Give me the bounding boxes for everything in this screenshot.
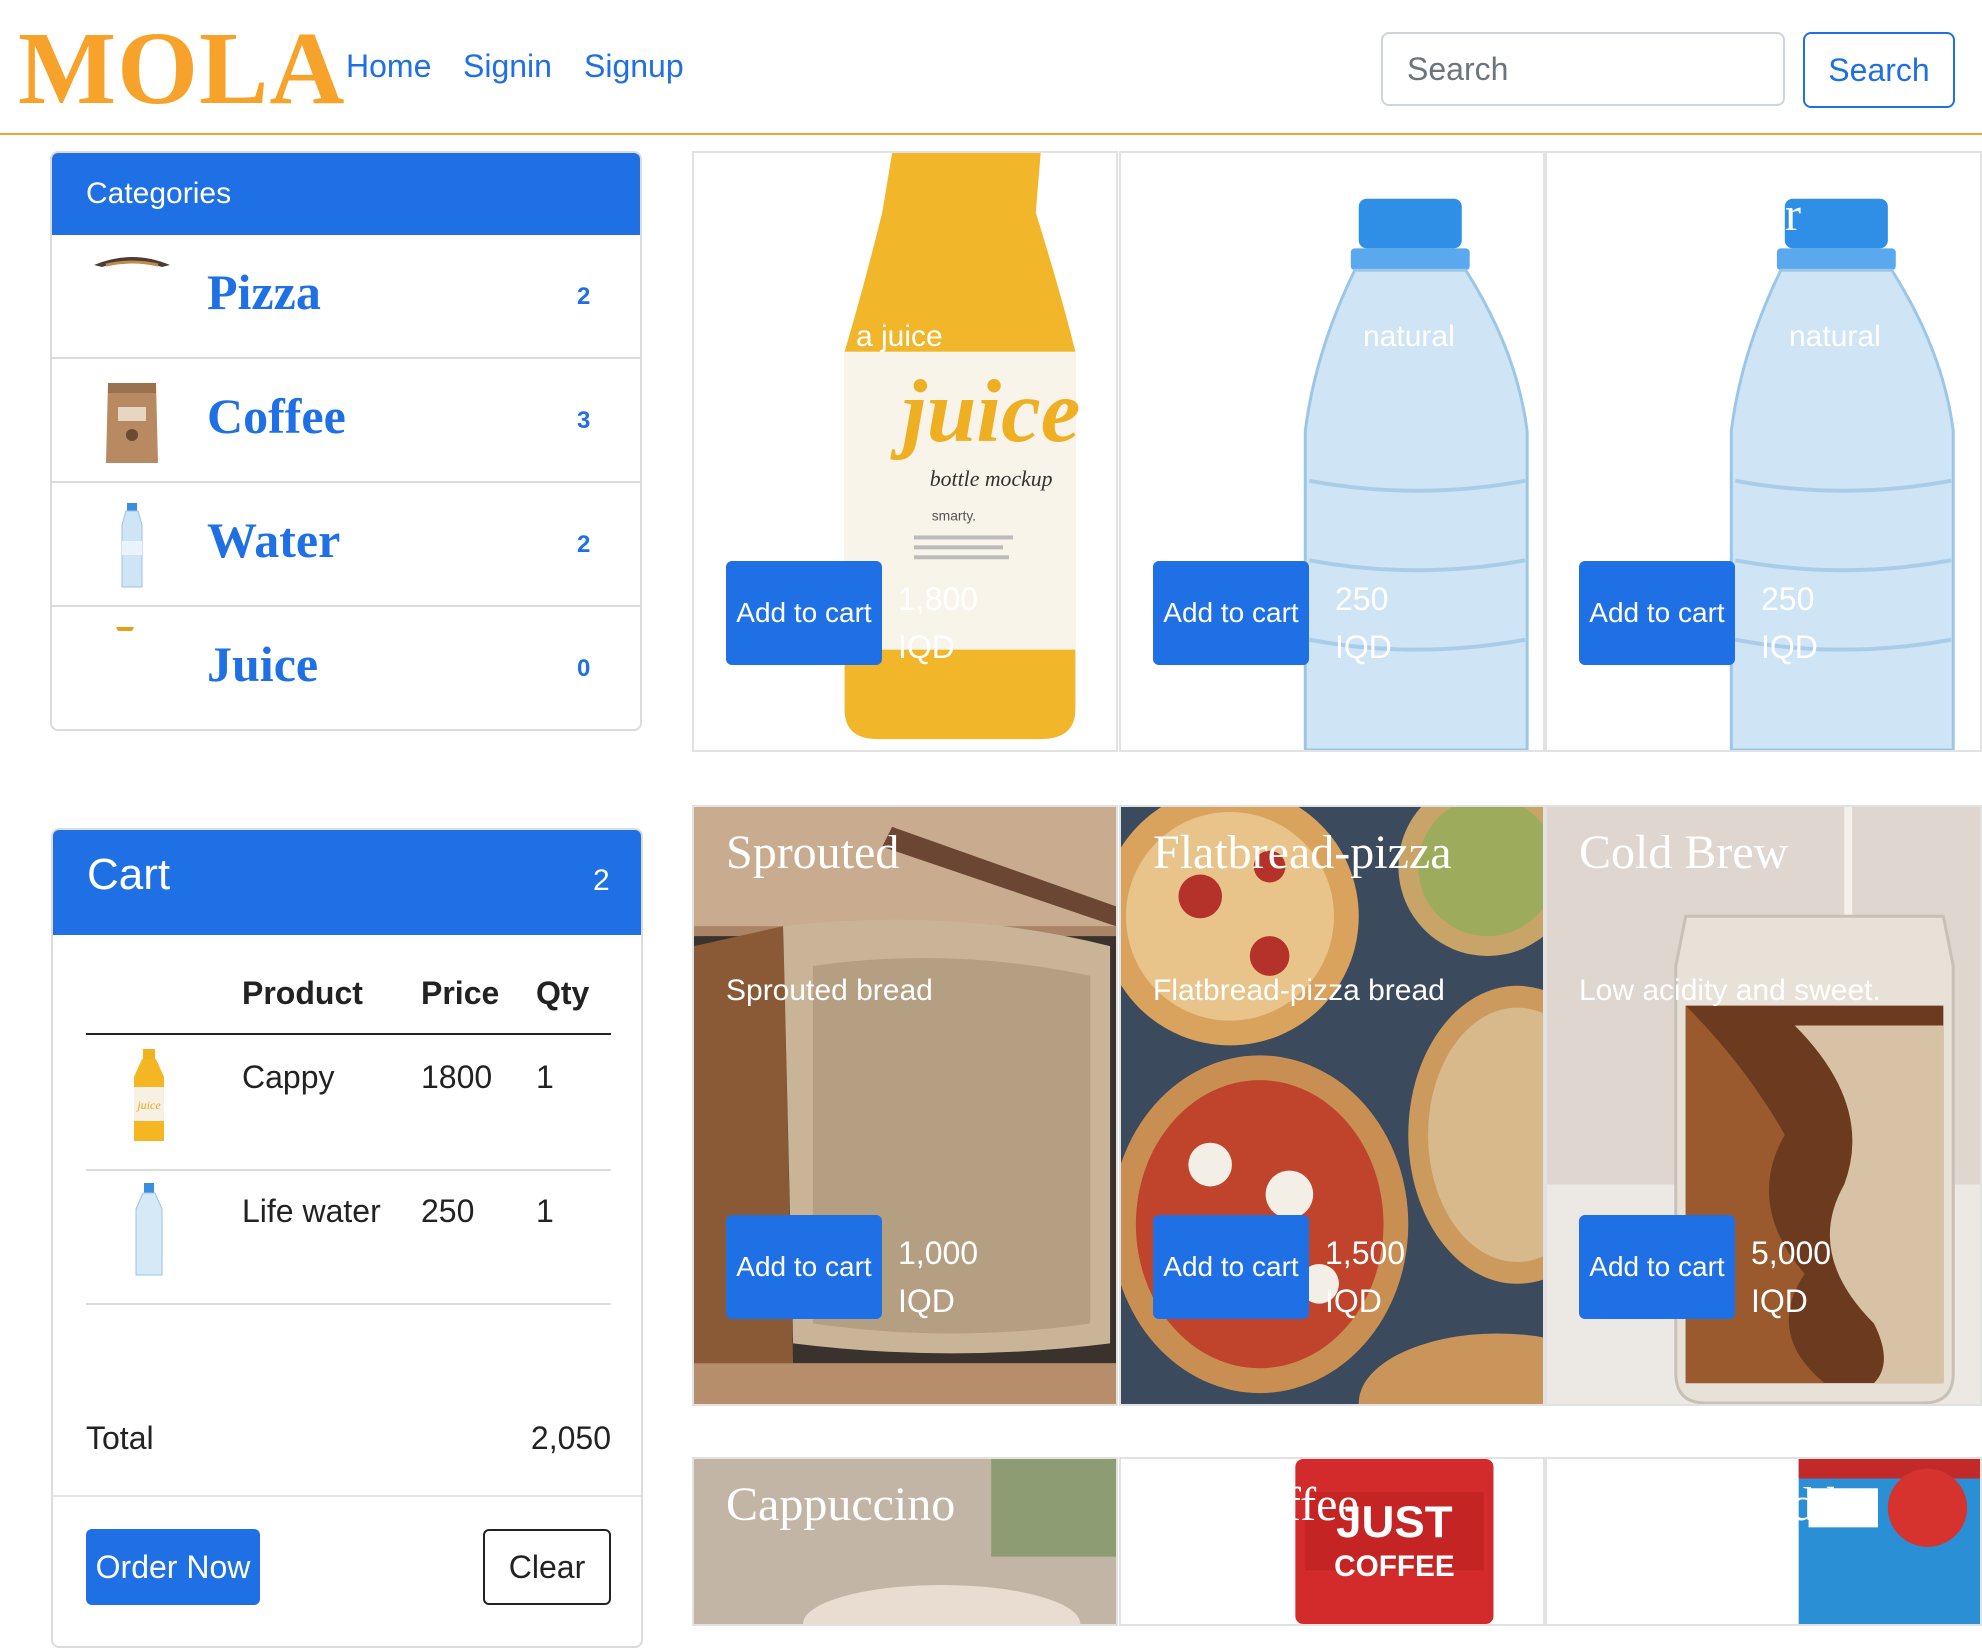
product-title: r — [1785, 188, 1801, 241]
nav-link-signin[interactable]: Signin — [463, 48, 552, 85]
price-amount: 250 — [1335, 581, 1389, 617]
column-header-product: Product — [242, 975, 363, 1011]
svg-text:COFFEE: COFFEE — [1334, 1550, 1455, 1583]
juice-bottle-thumbnail: juice — [134, 1049, 164, 1141]
cart-header: Cart 2 — [53, 830, 641, 935]
price-currency: IQD — [1325, 1283, 1382, 1319]
search-button[interactable]: Search — [1803, 32, 1955, 108]
product-price: 250 IQD — [1761, 575, 1818, 671]
product-card: Cappuccino — [692, 1457, 1118, 1626]
product-card: Flatbread-pizza Flatbread-pizza bread Ad… — [1119, 805, 1545, 1406]
add-to-cart-button[interactable]: Add to cart — [1579, 561, 1735, 665]
category-count: 2 — [577, 531, 591, 558]
svg-text:bottle mockup: bottle mockup — [930, 467, 1053, 491]
navbar: MOLA Home Signin Signup Search — [0, 0, 1982, 135]
product-description: natural — [1363, 320, 1455, 353]
clear-cart-button[interactable]: Clear — [483, 1529, 611, 1605]
price-amount: 1,500 — [1325, 1235, 1406, 1271]
product-card: id h — [1545, 1457, 1982, 1626]
price-currency: IQD — [898, 1283, 955, 1319]
product-price: 250 IQD — [1335, 575, 1392, 671]
product-price: 1,500 IQD — [1325, 1229, 1405, 1325]
nav-link-signup[interactable]: Signup — [584, 48, 684, 85]
product-card: Sprouted Sprouted bread Add to cart 1,00… — [692, 805, 1118, 1406]
categories-panel: Categories Pizza 2 Coffee 3 Water 2 Juic… — [50, 151, 642, 731]
price-currency: IQD — [1761, 629, 1818, 665]
product-description: Sprouted bread — [726, 974, 933, 1007]
juice-carton-image — [1798, 1459, 1980, 1624]
product-description: natural — [1789, 320, 1881, 353]
price-currency: IQD — [1751, 1283, 1808, 1319]
price-currency: IQD — [898, 629, 955, 665]
category-count: 3 — [577, 407, 591, 434]
price-amount: 5,000 — [1751, 1235, 1832, 1271]
add-to-cart-button[interactable]: Add to cart — [1153, 561, 1309, 665]
product-title: Flatbread-pizza — [1153, 826, 1452, 879]
product-card: r natural Add to cart 250 IQD — [1545, 151, 1982, 752]
column-header-price: Price — [421, 975, 500, 1011]
cart-product-qty: 1 — [536, 1193, 554, 1229]
cart-product-name: Life water — [242, 1193, 381, 1229]
add-to-cart-button[interactable]: Add to cart — [1579, 1215, 1735, 1319]
product-card: natural Add to cart 250 IQD — [1119, 151, 1545, 752]
cart-panel: Cart 2 Product Price Qty juice Cappy 180… — [51, 828, 643, 1648]
category-item-water[interactable]: Water 2 — [52, 483, 640, 607]
add-to-cart-button[interactable]: Add to cart — [726, 1215, 882, 1319]
category-count: 0 — [577, 655, 591, 682]
brand-logo[interactable]: MOLA — [18, 14, 346, 124]
product-card: juice bottle mockup smarty. a juice Add … — [692, 151, 1118, 752]
cart-product-name: Cappy — [242, 1059, 335, 1095]
category-name: Coffee — [207, 388, 346, 444]
category-count: 2 — [577, 283, 591, 310]
category-item-juice[interactable]: Juice 0 — [52, 607, 640, 729]
product-title: Sprouted — [726, 826, 900, 879]
product-price: 1,000 IQD — [898, 1229, 978, 1325]
product-description: a juice — [856, 320, 943, 353]
cart-count-badge: 2 — [593, 864, 610, 897]
category-item-pizza[interactable]: Pizza 2 — [52, 235, 640, 359]
cart-product-price: 1800 — [421, 1059, 493, 1095]
cart-total-value: 2,050 — [530, 1420, 611, 1456]
product-card: JUST COFFEE ffee — [1119, 1457, 1545, 1626]
svg-text:smarty.: smarty. — [932, 508, 976, 524]
product-title: ffee — [1285, 1478, 1359, 1531]
water-bottle-thumbnail — [135, 1183, 163, 1276]
category-name: Juice — [207, 636, 319, 692]
add-to-cart-button[interactable]: Add to cart — [1153, 1215, 1309, 1319]
pizza-thumbnail — [94, 257, 170, 267]
cart-total-label: Total — [86, 1420, 154, 1456]
svg-text:juice: juice — [135, 1098, 161, 1112]
price-currency: IQD — [1335, 629, 1392, 665]
coffee-bag-thumbnail — [106, 383, 158, 463]
product-price: 1,800 IQD — [898, 575, 978, 671]
cart-footer-divider — [53, 1495, 641, 1497]
order-now-button[interactable]: Order Now — [86, 1529, 260, 1605]
product-title: id h — [1777, 1478, 1851, 1531]
price-amount: 1,800 — [898, 581, 979, 617]
cart-row: Life water 250 1 — [86, 1169, 611, 1305]
column-header-qty: Qty — [536, 975, 590, 1011]
svg-text:juice: juice — [890, 362, 1080, 461]
cart-product-price: 250 — [421, 1193, 475, 1229]
category-name: Pizza — [207, 264, 321, 320]
product-description: Low acidity and sweet. — [1579, 974, 1881, 1007]
product-title: Cappuccino — [726, 1478, 956, 1531]
search-input[interactable] — [1381, 32, 1785, 106]
cart-product-qty: 1 — [536, 1059, 554, 1095]
price-amount: 1,000 — [898, 1235, 979, 1271]
category-name: Water — [207, 512, 341, 568]
add-to-cart-button[interactable]: Add to cart — [726, 561, 882, 665]
product-description: Flatbread-pizza bread — [1153, 974, 1445, 1007]
categories-title: Categories — [52, 153, 640, 235]
product-title: Cold Brew — [1579, 826, 1789, 879]
product-price: 5,000 IQD — [1751, 1229, 1831, 1325]
juice-thumbnail — [116, 627, 134, 631]
cart-row: juice Cappy 1800 1 — [86, 1035, 611, 1171]
price-amount: 250 — [1761, 581, 1815, 617]
nav-link-home[interactable]: Home — [346, 48, 431, 85]
cart-title: Cart — [87, 850, 171, 899]
category-item-coffee[interactable]: Coffee 3 — [52, 359, 640, 483]
water-bottle-thumbnail — [121, 503, 143, 588]
product-card: Cold Brew Low acidity and sweet. Add to … — [1545, 805, 1982, 1406]
